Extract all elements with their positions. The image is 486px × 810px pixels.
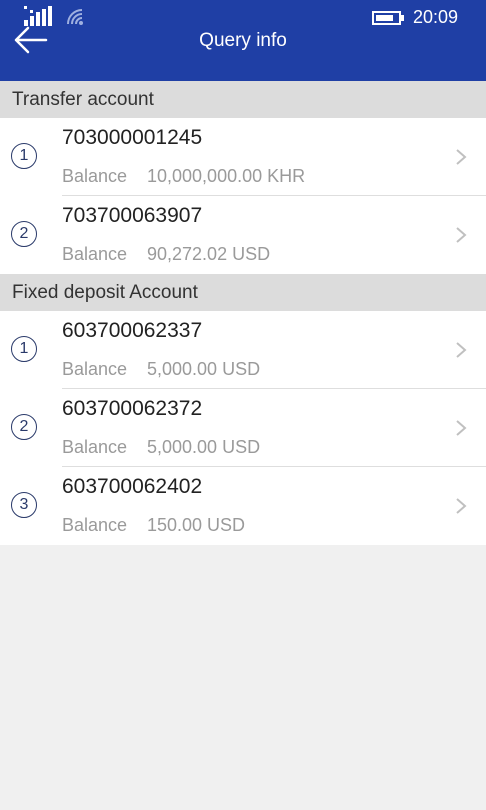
balance-label: Balance [62,166,128,186]
page-title: Query info [199,30,287,51]
balance-label: Balance [62,359,128,379]
signal-strength-icon [24,6,52,26]
balance-value: 10,000,000.00 KHR [147,166,306,186]
balance-value: 150.00 USD [147,515,246,535]
balance-label: Balance [62,244,128,264]
status-time: 20:09 [413,7,459,27]
index-circle-icon: 2 [11,414,37,440]
account-number: 603700062372 [62,397,203,420]
chevron-right-icon [456,420,467,436]
account-number: 603700062402 [62,475,203,498]
index-circle-icon: 2 [11,221,37,247]
section-title: Transfer account [12,89,154,110]
transfer-account-list: 1 703000001245 Balance 10,000,000.00 KHR… [0,118,486,274]
balance-value: 90,272.02 USD [147,244,271,264]
battery-icon [372,11,404,25]
account-row[interactable]: 1 703000001245 Balance 10,000,000.00 KHR [0,118,486,196]
chevron-right-icon [456,498,467,514]
balance-value: 5,000.00 USD [147,359,261,379]
index-circle-icon: 1 [11,336,37,362]
section-header-transfer: Transfer account [0,81,486,118]
index-circle-icon: 1 [11,143,37,169]
account-row[interactable]: 1 603700062337 Balance 5,000.00 USD [0,311,486,389]
app-header: 20:09 Query info [0,0,486,81]
account-row[interactable]: 3 603700062402 Balance 150.00 USD [0,467,486,545]
balance-value: 5,000.00 USD [147,437,261,457]
account-row[interactable]: 2 703700063907 Balance 90,272.02 USD [0,196,486,274]
account-number: 703000001245 [62,126,203,149]
index-circle-icon: 3 [11,492,37,518]
chevron-right-icon [456,149,467,165]
wifi-icon [67,9,83,25]
chevron-right-icon [456,227,467,243]
balance-label: Balance [62,437,128,457]
chevron-right-icon [456,342,467,358]
fixed-deposit-account-list: 1 603700062337 Balance 5,000.00 USD 2 60… [0,311,486,545]
account-row[interactable]: 2 603700062372 Balance 5,000.00 USD [0,389,486,467]
account-number: 703700063907 [62,204,203,227]
balance-label: Balance [62,515,128,535]
account-number: 603700062337 [62,319,203,342]
section-header-fixed-deposit: Fixed deposit Account [0,274,486,311]
section-title: Fixed deposit Account [12,282,198,303]
